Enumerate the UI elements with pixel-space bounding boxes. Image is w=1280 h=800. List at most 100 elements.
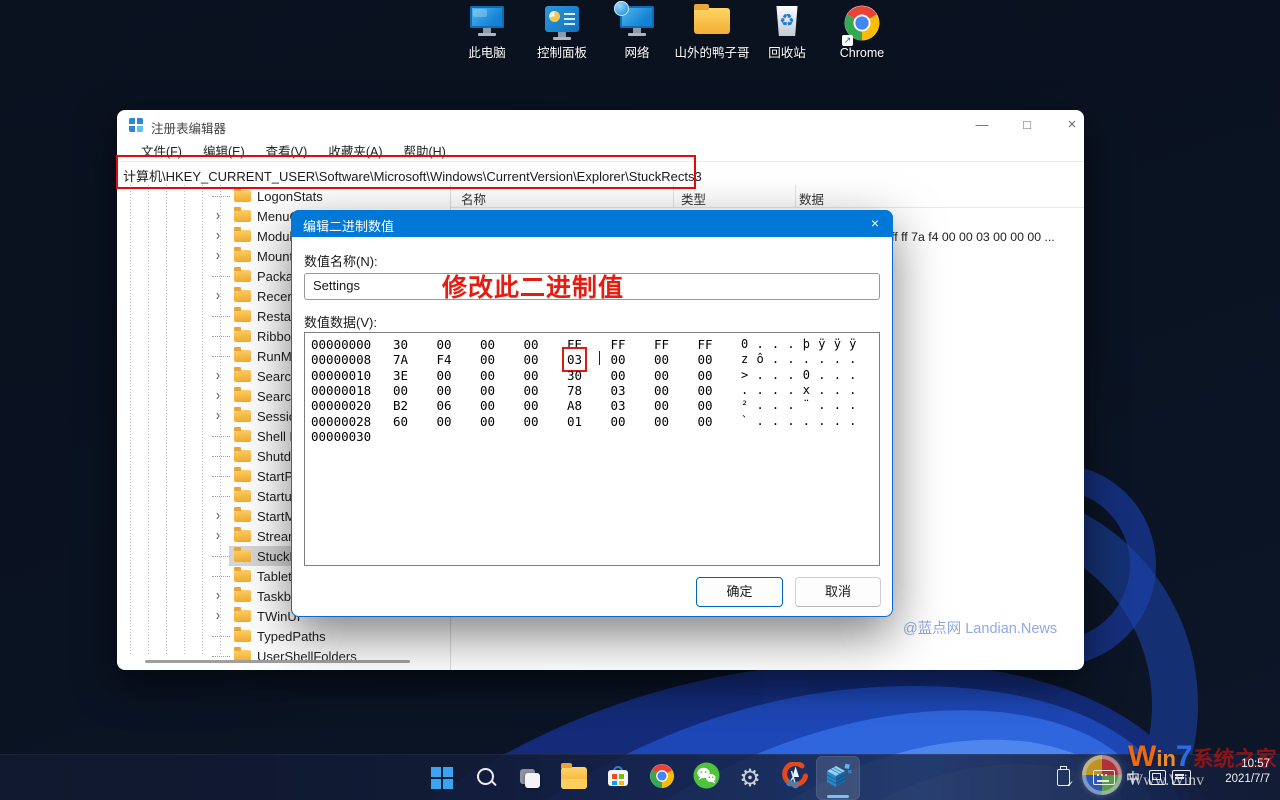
- hex-byte[interactable]: 00: [698, 368, 713, 383]
- hex-byte[interactable]: 00: [524, 352, 539, 367]
- hex-byte[interactable]: 00: [480, 337, 495, 352]
- hex-byte[interactable]: 06: [437, 398, 452, 413]
- hex-byte[interactable]: 00: [480, 368, 495, 383]
- maximize-button[interactable]: □: [1010, 110, 1044, 140]
- hex-byte[interactable]: 00: [654, 368, 669, 383]
- hex-byte[interactable]: 00: [611, 352, 626, 367]
- hex-byte[interactable]: 03: [611, 383, 626, 398]
- hex-byte[interactable]: 00: [393, 383, 408, 398]
- hex-byte[interactable]: 03: [611, 398, 626, 413]
- hex-byte[interactable]: 30: [393, 337, 408, 352]
- hex-byte[interactable]: 00: [524, 383, 539, 398]
- column-header-0[interactable]: 名称: [461, 189, 486, 208]
- close-button[interactable]: ×: [1055, 110, 1089, 140]
- desktop-icon-folder[interactable]: 山外的鸭子哥: [672, 4, 752, 60]
- tree-item-TypedPaths[interactable]: TypedPaths: [117, 626, 450, 646]
- taskbar-regedit-button[interactable]: [816, 756, 860, 800]
- hex-byte[interactable]: A8: [567, 398, 582, 413]
- taskbar-settings-button[interactable]: ⚙: [728, 756, 772, 800]
- hex-byte[interactable]: B2: [393, 398, 408, 413]
- hex-byte[interactable]: 30: [567, 368, 582, 383]
- hex-byte[interactable]: 00: [654, 414, 669, 429]
- dialog-title-bar[interactable]: 编辑二进制数值 ×: [291, 210, 893, 237]
- desktop-icon-control-panel[interactable]: 控制面板: [522, 4, 602, 60]
- hex-byte[interactable]: 7A: [393, 352, 408, 367]
- expand-chevron-icon[interactable]: ›: [216, 286, 220, 304]
- taskbar-chrome-button[interactable]: [640, 756, 684, 800]
- hex-byte[interactable]: 00: [437, 414, 452, 429]
- minimize-button[interactable]: —: [965, 110, 999, 140]
- hex-editor[interactable]: 0000000030000000FEFFFFFF0 . . . þ ÿ ÿ ÿ0…: [304, 332, 880, 566]
- hex-byte-highlighted[interactable]: 03: [567, 352, 582, 367]
- hex-byte[interactable]: F4: [437, 352, 452, 367]
- hex-byte[interactable]: 00: [524, 414, 539, 429]
- hex-byte[interactable]: 00: [611, 368, 626, 383]
- expand-chevron-icon[interactable]: ›: [216, 506, 220, 524]
- dialog-close-icon[interactable]: ×: [859, 210, 891, 237]
- desktop-icon-this-pc[interactable]: 此电脑: [447, 4, 527, 60]
- column-header-2[interactable]: 数据: [799, 189, 824, 208]
- desktop-icon-chrome-shortcut[interactable]: ↗Chrome: [822, 4, 902, 60]
- hex-byte[interactable]: 00: [698, 398, 713, 413]
- expand-chevron-icon[interactable]: ›: [216, 386, 220, 404]
- desktop-icon-recycle-bin[interactable]: ♻回收站: [747, 4, 827, 60]
- cancel-button[interactable]: 取消: [795, 577, 881, 607]
- hex-byte[interactable]: FF: [611, 337, 626, 352]
- expand-chevron-icon[interactable]: ›: [216, 606, 220, 624]
- hex-byte[interactable]: 00: [480, 383, 495, 398]
- keyboard-tray-icon[interactable]: [1093, 770, 1115, 785]
- hex-byte[interactable]: 78: [567, 383, 582, 398]
- tree-horizontal-scrollbar[interactable]: [145, 660, 410, 663]
- hex-byte[interactable]: FF: [698, 337, 713, 352]
- hex-byte[interactable]: 00: [524, 398, 539, 413]
- ok-button[interactable]: 确定: [696, 577, 783, 607]
- hex-byte[interactable]: 00: [437, 383, 452, 398]
- hex-byte[interactable]: 00: [654, 383, 669, 398]
- hex-byte[interactable]: 00: [480, 398, 495, 413]
- expand-chevron-icon[interactable]: ›: [216, 206, 220, 224]
- expand-chevron-icon[interactable]: ›: [216, 406, 220, 424]
- usb-tray-icon[interactable]: [1057, 769, 1070, 786]
- taskbar-taskview-button[interactable]: [508, 756, 552, 800]
- desktop-icon-label: 网络: [597, 46, 677, 60]
- hex-byte[interactable]: 00: [437, 368, 452, 383]
- expand-chevron-icon[interactable]: ›: [216, 366, 220, 384]
- hex-byte[interactable]: 00: [437, 337, 452, 352]
- hex-byte[interactable]: 00: [524, 368, 539, 383]
- expand-chevron-icon[interactable]: ›: [216, 226, 220, 244]
- tree-item-LogonStats[interactable]: LogonStats: [117, 186, 450, 206]
- taskbar-explorer-button[interactable]: [552, 756, 596, 800]
- folder-icon: [234, 450, 251, 462]
- expand-chevron-icon[interactable]: ›: [216, 586, 220, 604]
- tree-item-UserShellFolders[interactable]: UserShellFolders: [117, 646, 450, 666]
- hex-byte[interactable]: 3E: [393, 368, 408, 383]
- taskbar-snip-button[interactable]: [772, 756, 816, 800]
- hex-byte[interactable]: 00: [654, 398, 669, 413]
- red-annotation-text: 修改此二进制值: [442, 268, 624, 304]
- hex-byte[interactable]: 00: [480, 352, 495, 367]
- hex-byte[interactable]: FE: [567, 337, 582, 352]
- title-bar[interactable]: 注册表编辑器 — □ ×: [117, 110, 1084, 140]
- site-watermark-url: Www.Winv: [1128, 772, 1204, 790]
- hex-byte[interactable]: 00: [698, 352, 713, 367]
- clock[interactable]: 10:57 2021/7/7: [1225, 757, 1270, 787]
- taskbar-start-button[interactable]: [420, 756, 464, 800]
- desktop-icon-network[interactable]: 网络: [597, 4, 677, 60]
- expand-chevron-icon[interactable]: ›: [216, 246, 220, 264]
- hex-byte[interactable]: 00: [480, 414, 495, 429]
- hex-byte[interactable]: FF: [654, 337, 669, 352]
- hex-byte[interactable]: 00: [698, 414, 713, 429]
- search-icon: [474, 766, 498, 790]
- hex-byte[interactable]: 00: [654, 352, 669, 367]
- hex-byte[interactable]: 01: [567, 414, 582, 429]
- taskbar-store-button[interactable]: [596, 756, 640, 800]
- taskbar-search-button[interactable]: [464, 756, 508, 800]
- hex-byte[interactable]: 00: [611, 414, 626, 429]
- hex-byte[interactable]: 00: [698, 383, 713, 398]
- column-header-1[interactable]: 类型: [681, 189, 706, 208]
- taskbar-center-icons: ⚙: [420, 755, 860, 800]
- hex-byte[interactable]: 00: [524, 337, 539, 352]
- hex-byte[interactable]: 60: [393, 414, 408, 429]
- expand-chevron-icon[interactable]: ›: [216, 526, 220, 544]
- taskbar-wechat-button[interactable]: [684, 756, 728, 800]
